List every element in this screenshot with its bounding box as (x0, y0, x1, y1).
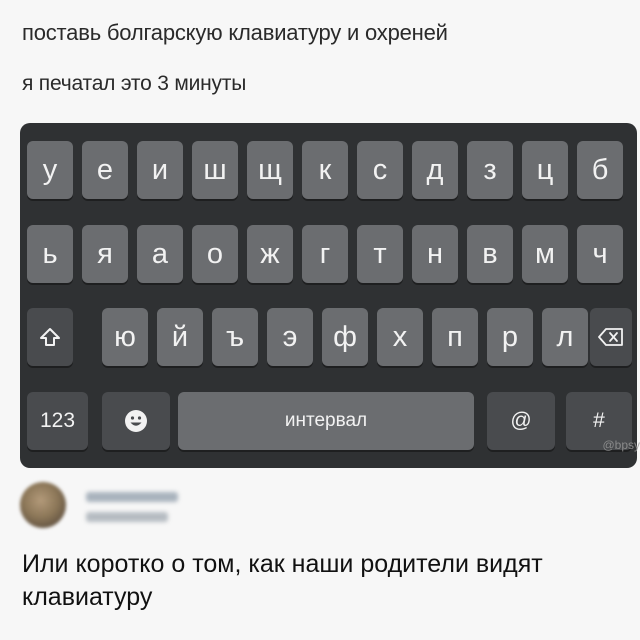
key[interactable]: п (432, 308, 478, 366)
key[interactable]: ь (27, 225, 73, 283)
bulgarian-keyboard: у е и ш щ к с д з ц б ь я а о ж г т н в … (20, 123, 637, 468)
key[interactable]: у (27, 141, 73, 199)
comment-caption: Или коротко о том, как наши родители вид… (22, 550, 543, 611)
shift-arrow-icon (39, 326, 61, 348)
key[interactable]: щ (247, 141, 293, 199)
key[interactable]: е (82, 141, 128, 199)
key[interactable]: с (357, 141, 403, 199)
backspace-key[interactable] (590, 308, 632, 366)
key[interactable]: ъ (212, 308, 258, 366)
key[interactable]: и (137, 141, 183, 199)
backspace-icon (598, 328, 624, 346)
key[interactable]: я (82, 225, 128, 283)
avatar[interactable] (20, 482, 66, 528)
key[interactable]: ш (192, 141, 238, 199)
numbers-key[interactable]: 123 (27, 392, 88, 450)
key[interactable]: ю (102, 308, 148, 366)
key[interactable]: ф (322, 308, 368, 366)
key[interactable]: х (377, 308, 423, 366)
key[interactable]: р (487, 308, 533, 366)
key[interactable]: й (157, 308, 203, 366)
key[interactable]: ж (247, 225, 293, 283)
smiley-face-icon (123, 408, 149, 434)
key[interactable]: а (137, 225, 183, 283)
key[interactable]: ц (522, 141, 568, 199)
blurred-timestamp (86, 512, 168, 522)
key[interactable]: ч (577, 225, 623, 283)
shift-key[interactable] (27, 308, 73, 366)
key[interactable]: л (542, 308, 588, 366)
key[interactable]: к (302, 141, 348, 199)
key[interactable]: в (467, 225, 513, 283)
post-text-line-1: поставь болгарскую клавиатуру и охреней (22, 20, 448, 45)
key[interactable]: б (577, 141, 623, 199)
key[interactable]: з (467, 141, 513, 199)
key[interactable]: т (357, 225, 403, 283)
key[interactable]: н (412, 225, 458, 283)
at-key[interactable]: @ (487, 392, 555, 450)
space-key[interactable]: интервал (178, 392, 474, 450)
post-text-line-2: я печатал это 3 минуты (22, 72, 247, 95)
key[interactable]: м (522, 225, 568, 283)
blurred-username (86, 492, 178, 502)
key[interactable]: э (267, 308, 313, 366)
key[interactable]: о (192, 225, 238, 283)
key[interactable]: д (412, 141, 458, 199)
watermark: @bpsy (602, 438, 640, 452)
emoji-key[interactable] (102, 392, 170, 450)
key[interactable]: г (302, 225, 348, 283)
